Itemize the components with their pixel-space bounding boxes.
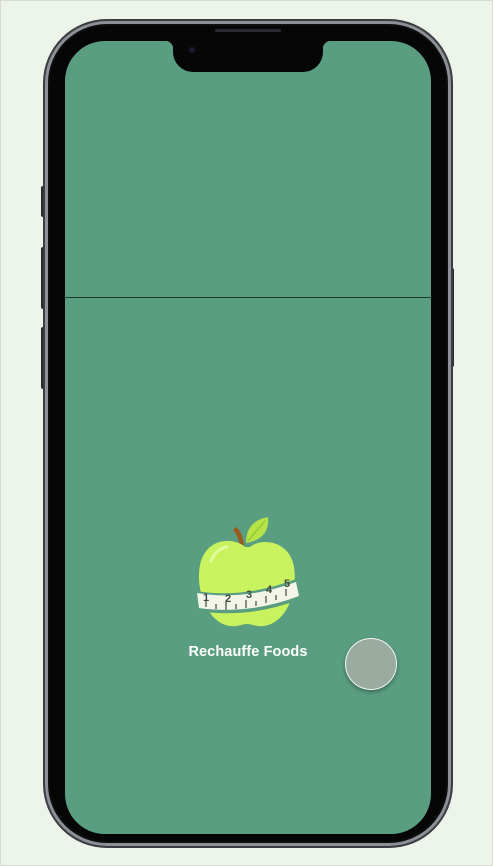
tape-number: 4 — [266, 584, 273, 596]
floating-action-button[interactable] — [345, 638, 397, 690]
tape-number: 1 — [203, 592, 209, 604]
front-camera — [188, 46, 196, 54]
phone-screen: 1 2 3 4 5 Rechauffe Foods — [65, 41, 431, 834]
tape-number: 2 — [225, 593, 231, 605]
notch — [165, 41, 331, 72]
tape-number: 5 — [284, 578, 290, 590]
apple-with-measuring-tape-icon: 1 2 3 4 5 — [196, 517, 301, 627]
tape-number: 3 — [246, 589, 252, 601]
divider-line — [65, 297, 431, 298]
earpiece-speaker — [215, 29, 281, 32]
brand-name: Rechauffe Foods — [188, 644, 308, 660]
